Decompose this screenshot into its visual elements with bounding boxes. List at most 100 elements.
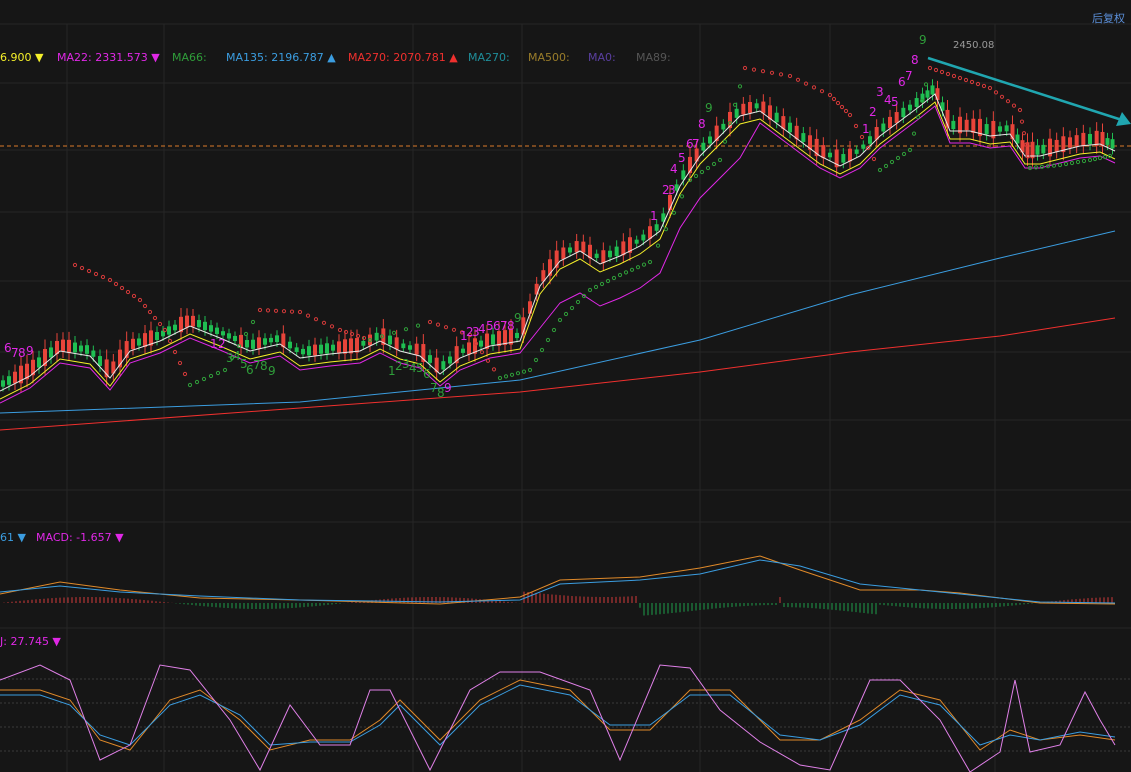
candle-body <box>734 108 739 118</box>
candle-body <box>1054 139 1059 152</box>
sar-dot <box>563 311 569 317</box>
sar-dot <box>72 262 78 268</box>
trend-arrow-line <box>927 56 1123 122</box>
sar-dot <box>137 297 143 303</box>
candle-body <box>263 338 267 345</box>
candle-body <box>137 338 141 346</box>
sar-dot <box>1102 154 1108 160</box>
legend-item-2[interactable]: MA66: <box>172 51 207 64</box>
adjust-mode-button[interactable]: 后复权 <box>1092 10 1125 26</box>
legend-item-4[interactable]: MA270: 2070.781 ▲ <box>348 51 458 64</box>
sar-dot <box>901 151 907 157</box>
legend-item-0[interactable]: J: 27.745 ▼ <box>0 635 61 648</box>
sar-dot <box>215 370 221 376</box>
sar-dot <box>853 123 859 129</box>
sar-dot <box>427 319 433 325</box>
legend-item-1[interactable]: MA22: 2331.573 ▼ <box>57 51 160 64</box>
sar-dot <box>593 284 599 290</box>
candle-body <box>131 338 135 350</box>
sar-dot <box>999 94 1005 99</box>
candle-body <box>925 90 930 98</box>
td-count-label: 4 <box>670 162 678 176</box>
candle-body <box>85 345 89 354</box>
candle-body <box>257 337 261 349</box>
sar-dot <box>693 173 699 179</box>
candle-body <box>515 332 519 339</box>
sar-dot <box>987 85 993 91</box>
sar-dot <box>435 322 441 327</box>
candle-body <box>227 333 231 339</box>
sar-dot <box>257 307 263 313</box>
candle-body <box>155 332 159 340</box>
candle-body <box>841 154 846 163</box>
candle-body <box>861 144 866 149</box>
sar-dot <box>641 262 647 267</box>
sar-dot <box>1051 163 1057 168</box>
sar-dot <box>969 79 975 85</box>
sar-dot <box>927 65 933 71</box>
candle-body <box>408 345 412 350</box>
sar-dot <box>599 281 605 287</box>
sar-dot <box>787 73 793 79</box>
candle-body <box>275 335 279 343</box>
candle-body <box>294 347 299 352</box>
candle-body <box>288 341 292 349</box>
sar-dot <box>1019 119 1025 124</box>
candle-body <box>888 116 892 129</box>
candle-body <box>828 152 832 158</box>
sar-dot <box>1017 107 1023 113</box>
sar-dot <box>569 305 575 311</box>
sar-dot <box>751 67 757 72</box>
sar-dot <box>819 89 825 94</box>
sar-dot <box>732 102 738 107</box>
sar-dot <box>539 347 545 353</box>
candle-body <box>209 325 213 332</box>
sar-dot <box>843 108 849 114</box>
legend-item-5[interactable]: MA270: <box>468 51 510 64</box>
sar-dot <box>778 72 784 77</box>
legend-item-6[interactable]: MA500: <box>528 51 570 64</box>
candle-body <box>479 340 483 347</box>
candle-body <box>91 350 96 357</box>
candle-body <box>1 380 5 387</box>
sar-dot <box>895 155 901 161</box>
candle-body <box>748 102 752 113</box>
legend-item-0[interactable]: 6.900 ▼ <box>0 51 43 64</box>
sar-dot <box>945 71 951 77</box>
legend-item-0[interactable]: 61 ▼ <box>0 531 26 544</box>
td-count-label: 8 <box>260 359 268 373</box>
sar-dot <box>321 320 327 325</box>
candle-body <box>701 142 706 151</box>
candle-body <box>608 250 612 258</box>
sar-dot <box>1057 162 1063 168</box>
candle-body <box>964 119 969 131</box>
sar-dot <box>1107 153 1113 159</box>
sar-dot <box>663 227 669 232</box>
td-count-label: 1 <box>862 122 870 136</box>
sar-dot <box>533 357 539 363</box>
td-count-label: 8 <box>911 53 919 67</box>
candle-body <box>614 246 619 257</box>
legend-item-8[interactable]: MA89: <box>636 51 671 64</box>
td-count-label: 9 <box>26 344 34 358</box>
kdj-d-line <box>0 679 1116 751</box>
candle-body <box>1074 135 1079 147</box>
sar-dot <box>125 289 131 295</box>
candle-body <box>984 124 989 135</box>
candle-body <box>319 344 323 354</box>
legend-item-1[interactable]: MACD: -1.657 ▼ <box>36 531 124 544</box>
candle-body <box>79 345 83 352</box>
macd-dif-line <box>0 555 1116 605</box>
candle-body <box>337 341 341 353</box>
candle-body <box>1041 144 1046 154</box>
sar-dot <box>1081 158 1087 164</box>
legend-item-7[interactable]: MA0: <box>588 51 616 64</box>
sar-dot <box>811 85 817 90</box>
sar-dot <box>871 156 877 162</box>
candle-body <box>568 247 572 253</box>
sar-dot <box>551 327 557 333</box>
candle-body <box>741 103 746 115</box>
sar-dot <box>1021 131 1027 136</box>
td-count-label: 2 <box>869 105 877 119</box>
legend-item-3[interactable]: MA135: 2196.787 ▲ <box>226 51 336 64</box>
